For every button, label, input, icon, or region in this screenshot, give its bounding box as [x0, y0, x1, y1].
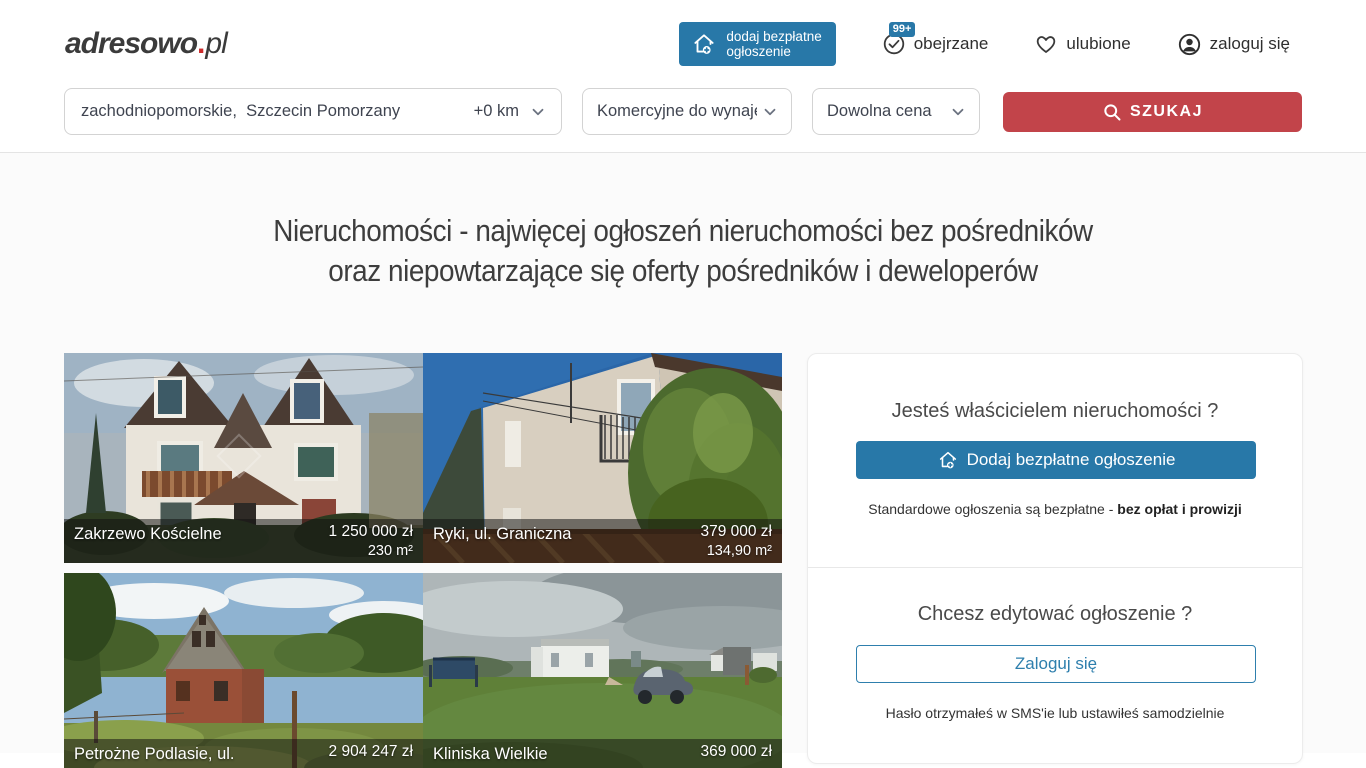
listing-card[interactable]: Ryki, ul. Graniczna 379 000 zł 134,90 m²	[423, 353, 782, 563]
chevron-down-icon	[949, 103, 967, 121]
listing-location: Kliniska Wielkie	[433, 742, 548, 768]
listing-price: 2 904 247 zł	[329, 743, 413, 760]
category-dropdown[interactable]: Komercyjne do wynaję	[582, 88, 792, 135]
sidebar-login-label: Zaloguj się	[1015, 654, 1097, 674]
listing-location: Petrożne Podlasie, ul.	[74, 742, 235, 768]
listing-card[interactable]: Zakrzewo Kościelne 1 250 000 zł 230 m²	[64, 353, 423, 563]
house-plus-icon	[937, 449, 959, 471]
owner-note: Standardowe ogłoszenia są bezpłatne - be…	[856, 501, 1254, 517]
sidebar-add-listing-button[interactable]: Dodaj bezpłatne ogłoszenie	[856, 441, 1256, 479]
listing-price: 1 250 000 zł	[329, 523, 413, 540]
listing-location: Ryki, ul. Graniczna	[433, 522, 571, 563]
login-label: zaloguj się	[1210, 34, 1290, 54]
viewed-label: obejrzane	[914, 34, 989, 54]
owner-title: Jesteś właścicielem nieruchomości ?	[856, 399, 1254, 423]
price-dropdown[interactable]: Dowolna cena	[812, 88, 980, 135]
main-content: Nieruchomości - najwięcej ogłoszeń nieru…	[0, 153, 1366, 753]
edit-note: Hasło otrzymałeś w SMS'ie lub ustawiłeś …	[856, 705, 1254, 721]
top-bar: adresowo.pl dodaj bezpłatne ogłoszenie 9…	[0, 0, 1366, 153]
add-listing-label: dodaj bezpłatne ogłoszenie	[726, 29, 821, 59]
listing-grid: Zakrzewo Kościelne 1 250 000 zł 230 m²	[64, 353, 782, 768]
location-input[interactable]: zachodniopomorskie, Szczecin Pomorzany +…	[64, 88, 562, 135]
edit-title: Chcesz edytować ogłoszenie ?	[856, 602, 1254, 626]
owner-section: Jesteś właścicielem nieruchomości ? Doda…	[808, 354, 1302, 567]
radius-value: +0 km	[474, 102, 519, 121]
site-header: adresowo.pl dodaj bezpłatne ogłoszenie 9…	[0, 0, 1366, 88]
logo-brand: adresowo	[65, 27, 197, 61]
location-value: zachodniopomorskie, Szczecin Pomorzany	[81, 102, 400, 121]
owner-panel: Jesteś właścicielem nieruchomości ? Doda…	[807, 353, 1303, 764]
page-title-line2: oraz niepowtarzające się oferty pośredni…	[68, 251, 1297, 291]
listing-caption: Ryki, ul. Graniczna 379 000 zł 134,90 m²	[423, 519, 782, 563]
edit-section: Chcesz edytować ogłoszenie ? Zaloguj się…	[808, 568, 1302, 763]
logo-tld: pl	[205, 27, 226, 61]
chevron-down-icon	[529, 103, 547, 121]
listing-caption: Zakrzewo Kościelne 1 250 000 zł 230 m²	[64, 519, 423, 563]
search-button-label: SZUKAJ	[1130, 103, 1203, 121]
user-icon	[1177, 32, 1202, 57]
logo[interactable]: adresowo.pl	[65, 27, 227, 61]
listing-price: 379 000 zł	[700, 523, 772, 540]
listing-price: 369 000 zł	[700, 743, 772, 760]
house-plus-icon	[691, 31, 717, 57]
content-row: Zakrzewo Kościelne 1 250 000 zł 230 m²	[0, 353, 1366, 768]
listing-area: 230 m²	[368, 543, 413, 559]
sidebar-login-button[interactable]: Zaloguj się	[856, 645, 1256, 683]
listing-card[interactable]: Petrożne Podlasie, ul. 2 904 247 zł	[64, 573, 423, 768]
add-listing-button[interactable]: dodaj bezpłatne ogłoszenie	[679, 22, 835, 66]
listing-location: Zakrzewo Kościelne	[74, 522, 222, 563]
search-button[interactable]: SZUKAJ	[1003, 92, 1302, 132]
viewed-badge: 99+	[889, 22, 916, 37]
radius-dropdown[interactable]: +0 km	[474, 102, 547, 121]
category-value: Komercyjne do wynaję	[597, 102, 757, 121]
chevron-down-icon	[761, 103, 779, 121]
price-value: Dowolna cena	[827, 102, 932, 121]
header-actions: dodaj bezpłatne ogłoszenie 99+ obejrzane	[679, 22, 1290, 66]
listing-card[interactable]: Kliniska Wielkie 369 000 zł	[423, 573, 782, 768]
sidebar-add-listing-label: Dodaj bezpłatne ogłoszenie	[967, 450, 1176, 470]
listing-area: 134,90 m²	[707, 543, 772, 559]
login-link[interactable]: zaloguj się	[1177, 32, 1290, 57]
page-title-line1: Nieruchomości - najwięcej ogłoszeń nieru…	[68, 211, 1297, 251]
viewed-link[interactable]: 99+ obejrzane	[882, 32, 989, 56]
favorites-label: ulubione	[1066, 34, 1130, 54]
listing-caption: Kliniska Wielkie 369 000 zł	[423, 739, 782, 768]
listing-caption: Petrożne Podlasie, ul. 2 904 247 zł	[64, 739, 423, 768]
search-icon	[1102, 102, 1122, 122]
search-bar: zachodniopomorskie, Szczecin Pomorzany +…	[0, 88, 1366, 152]
page-title: Nieruchomości - najwięcej ogłoszeń nieru…	[0, 153, 1366, 291]
heart-icon	[1034, 32, 1058, 56]
favorites-link[interactable]: ulubione	[1034, 32, 1130, 56]
